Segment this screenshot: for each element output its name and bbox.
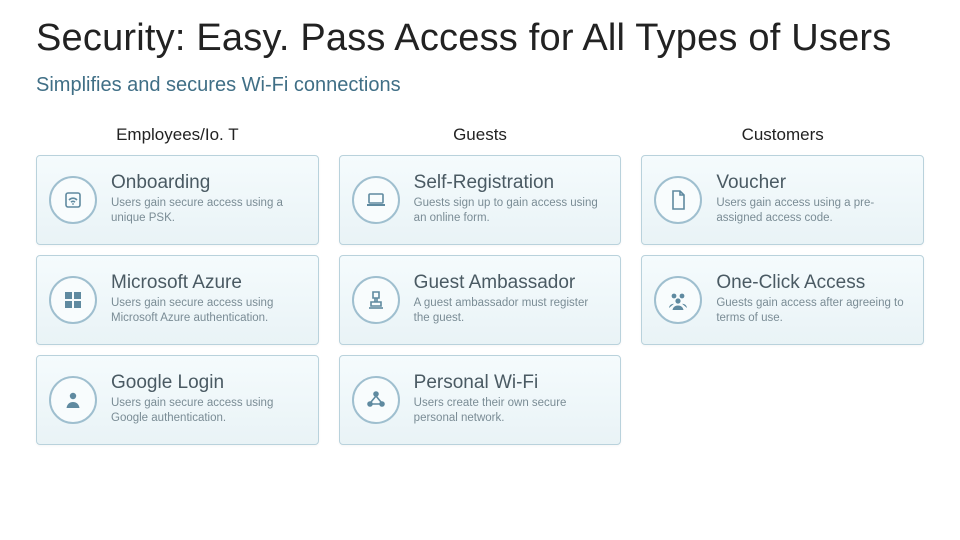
card-title: Guest Ambassador: [414, 273, 607, 294]
card-desc: Users gain secure access using Microsoft…: [111, 296, 304, 327]
columns-container: Employees/Io. T Onboarding Users gain se: [36, 125, 924, 445]
column-customers: Customers Voucher Users gain access usin…: [641, 125, 924, 445]
card-title: Microsoft Azure: [111, 273, 304, 294]
cards-list: Onboarding Users gain secure access usin…: [36, 155, 319, 445]
card-text: Microsoft Azure Users gain secure access…: [111, 273, 304, 327]
group-icon: [654, 276, 702, 324]
card-title: Self-Registration: [414, 173, 607, 194]
document-icon: [654, 176, 702, 224]
column-label: Customers: [641, 125, 924, 145]
card-onboarding: Onboarding Users gain secure access usin…: [36, 155, 319, 245]
stamp-icon: [352, 276, 400, 324]
card-text: Onboarding Users gain secure access usin…: [111, 173, 304, 227]
column-guests: Guests Self-Registration Guests sign up …: [339, 125, 622, 445]
laptop-icon: [352, 176, 400, 224]
card-text: Self-Registration Guests sign up to gain…: [414, 173, 607, 227]
card-title: Voucher: [716, 173, 909, 194]
card-title: Onboarding: [111, 173, 304, 194]
card-guest-ambassador: Guest Ambassador A guest ambassador must…: [339, 255, 622, 345]
card-title: Google Login: [111, 373, 304, 394]
card-voucher: Voucher Users gain access using a pre-as…: [641, 155, 924, 245]
person-icon: [49, 376, 97, 424]
card-microsoft-azure: Microsoft Azure Users gain secure access…: [36, 255, 319, 345]
wifi-badge-icon: [49, 176, 97, 224]
column-label: Employees/Io. T: [36, 125, 319, 145]
card-title: Personal Wi-Fi: [414, 373, 607, 394]
card-desc: Users gain secure access using Google au…: [111, 396, 304, 427]
card-desc: Users gain access using a pre-assigned a…: [716, 196, 909, 227]
card-text: Guest Ambassador A guest ambassador must…: [414, 273, 607, 327]
card-text: Personal Wi-Fi Users create their own se…: [414, 373, 607, 427]
subtitle: Simplifies and secures Wi-Fi connections: [36, 74, 924, 97]
cards-list: Voucher Users gain access using a pre-as…: [641, 155, 924, 345]
card-one-click-access: One-Click Access Guests gain access afte…: [641, 255, 924, 345]
card-desc: Guests gain access after agreeing to ter…: [716, 296, 909, 327]
card-desc: Users gain secure access using a unique …: [111, 196, 304, 227]
card-desc: Users create their own secure personal n…: [414, 396, 607, 427]
column-label: Guests: [339, 125, 622, 145]
card-text: Google Login Users gain secure access us…: [111, 373, 304, 427]
card-desc: A guest ambassador must register the gue…: [414, 296, 607, 327]
card-title: One-Click Access: [716, 273, 909, 294]
card-self-registration: Self-Registration Guests sign up to gain…: [339, 155, 622, 245]
card-personal-wifi: Personal Wi-Fi Users create their own se…: [339, 355, 622, 445]
column-employees-iot: Employees/Io. T Onboarding Users gain se: [36, 125, 319, 445]
network-icon: [352, 376, 400, 424]
slide: Security: Easy. Pass Access for All Type…: [0, 0, 960, 540]
card-text: Voucher Users gain access using a pre-as…: [716, 173, 909, 227]
card-text: One-Click Access Guests gain access afte…: [716, 273, 909, 327]
card-desc: Guests sign up to gain access using an o…: [414, 196, 607, 227]
azure-grid-icon: [49, 276, 97, 324]
card-google-login: Google Login Users gain secure access us…: [36, 355, 319, 445]
cards-list: Self-Registration Guests sign up to gain…: [339, 155, 622, 445]
page-title: Security: Easy. Pass Access for All Type…: [36, 18, 924, 60]
